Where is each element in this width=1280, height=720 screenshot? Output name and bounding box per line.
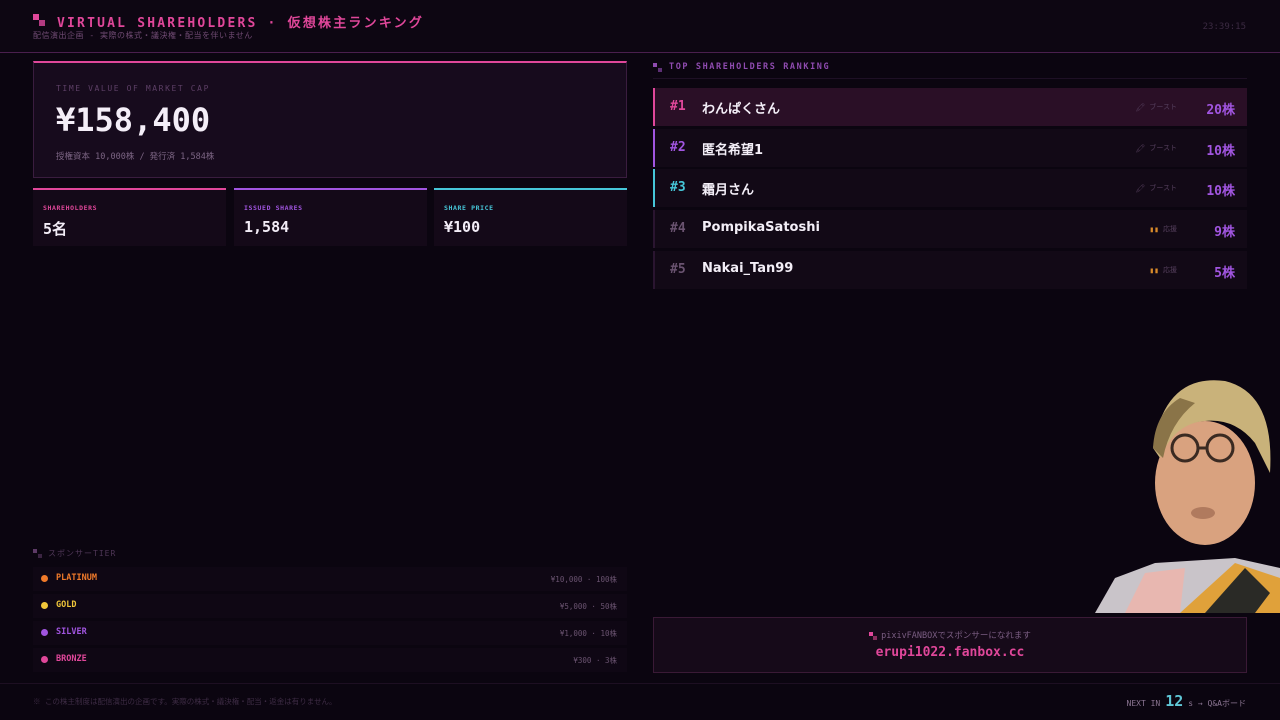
rocket-icon: 🖍 — [1135, 143, 1146, 153]
ranking-row: #3 霜月さん 🖍 ブースト 10株 — [653, 169, 1247, 207]
share-count: 20株 — [1206, 103, 1235, 118]
ranking-row: #4 PompikaSatoshi ▮▮ 応援 9株 — [653, 210, 1247, 248]
rank-position: #4 — [670, 221, 686, 236]
tier-row-bronze: BRONZE ¥300 · 3株 — [33, 648, 627, 672]
tier-price: ¥10,000 · 100株 — [550, 575, 617, 584]
stat-card-issued-shares: ISSUED SHARES 1,584 — [234, 188, 427, 246]
sponsor-cta: pixivFANBOXでスポンサーになれます — [654, 629, 1246, 641]
market-cap-panel: TIME VALUE OF MARKET CAP ¥158,400 授権資本 1… — [33, 61, 627, 178]
stat-label: ISSUED SHARES — [244, 204, 303, 212]
rocket-icon: 🖍 — [1135, 183, 1146, 193]
streamer-webcam-image — [1095, 380, 1280, 613]
grid-mark-icon — [653, 62, 662, 72]
share-count: 10株 — [1206, 144, 1235, 159]
tier-price: ¥5,000 · 50株 — [559, 602, 617, 611]
badge-label: ブースト — [1149, 144, 1177, 152]
tier-dot — [41, 656, 48, 663]
stat-value: ¥100 — [444, 218, 481, 236]
rocket-icon: 🖍 — [1135, 102, 1146, 112]
ranking-row: #1 わんぱくさん 🖍 ブースト 20株 — [653, 88, 1247, 126]
ranking-row: #2 匿名希望1 🖍 ブースト 10株 — [653, 129, 1247, 167]
rank-position: #3 — [670, 180, 686, 195]
tier-name: PLATINUM — [56, 573, 97, 583]
tier-name: SILVER — [56, 627, 87, 637]
shareholder-name: Nakai_Tan99 — [702, 261, 794, 276]
ranking-heading-label: TOP SHAREHOLDERS RANKING — [669, 62, 831, 72]
tier-dot — [41, 575, 48, 582]
sponsor-panel: pixivFANBOXでスポンサーになれます erupi1022.fanbox.… — [653, 617, 1247, 673]
stat-card-shareholders: SHAREHOLDERS 5名 — [33, 188, 226, 246]
share-count: 10株 — [1206, 184, 1235, 199]
next-prefix: NEXT IN — [1126, 699, 1161, 708]
rank-position: #1 — [670, 99, 686, 114]
badge-label: 応援 — [1163, 225, 1177, 233]
tier-heading-label: スポンサーTIER — [48, 549, 117, 558]
clock: 23:39:15 — [1202, 22, 1246, 32]
divider — [653, 78, 1247, 79]
rank-badge: 🖍 ブースト — [1135, 143, 1177, 153]
rank-badge: ▮▮ 応援 — [1149, 224, 1177, 234]
countdown-seconds: 12 — [1165, 692, 1184, 710]
rank-position: #2 — [670, 140, 686, 155]
next-countdown: NEXT IN 12 s → Q&Aボード — [1127, 692, 1247, 710]
brand-logo-icon — [33, 14, 45, 26]
pause-icon: ▮▮ — [1149, 224, 1159, 234]
stat-value: 1,584 — [244, 218, 290, 236]
tier-name: BRONZE — [56, 654, 87, 664]
stat-label: SHAREHOLDERS — [43, 204, 98, 212]
badge-label: ブースト — [1149, 103, 1177, 111]
rank-badge: ▮▮ 応援 — [1149, 265, 1177, 275]
tier-price: ¥300 · 3株 — [573, 656, 617, 665]
disclaimer-note: ※ この株主制度は配信演出の企画です。実際の株式・議決権・配当・返金は有りません… — [33, 697, 337, 706]
ranking-row: #5 Nakai_Tan99 ▮▮ 応援 5株 — [653, 251, 1247, 289]
page-subtitle: 配信演出企画 - 実際の株式・議決権・配当を伴いません — [33, 31, 253, 40]
pause-icon: ▮▮ — [1149, 265, 1159, 275]
badge-label: 応援 — [1163, 266, 1177, 274]
grid-mark-icon — [869, 631, 878, 640]
shareholder-name: 霜月さん — [702, 183, 755, 198]
market-cap-label: TIME VALUE OF MARKET CAP — [56, 84, 210, 93]
stat-label: SHARE PRICE — [444, 204, 494, 212]
ranking-heading: TOP SHAREHOLDERS RANKING — [653, 62, 830, 72]
tier-row-gold: GOLD ¥5,000 · 50株 — [33, 594, 627, 618]
stat-value: 5名 — [43, 220, 68, 238]
share-count: 9株 — [1214, 225, 1235, 240]
grid-mark-icon — [33, 549, 42, 558]
stat-card-share-price: SHARE PRICE ¥100 — [434, 188, 627, 246]
header-bar: VIRTUAL SHAREHOLDERS · 仮想株主ランキング 配信演出企画 … — [0, 0, 1280, 53]
tier-dot — [41, 602, 48, 609]
tier-heading: スポンサーTIER — [33, 548, 116, 559]
market-cap-note: 授権資本 10,000株 / 発行済 1,584株 — [56, 152, 215, 162]
tier-name: GOLD — [56, 600, 77, 610]
page-title: VIRTUAL SHAREHOLDERS · 仮想株主ランキング — [57, 16, 425, 31]
sponsor-url-link[interactable]: erupi1022.fanbox.cc — [654, 645, 1246, 660]
sponsor-cta-text: pixivFANBOXでスポンサーになれます — [881, 631, 1031, 641]
tier-price: ¥1,000 · 10株 — [559, 629, 617, 638]
webcam-overlay — [1085, 363, 1280, 613]
tier-row-platinum: PLATINUM ¥10,000 · 100株 — [33, 567, 627, 591]
divider — [0, 683, 1280, 684]
tier-row-silver: SILVER ¥1,000 · 10株 — [33, 621, 627, 645]
rank-position: #5 — [670, 262, 686, 277]
badge-label: ブースト — [1149, 184, 1177, 192]
next-suffix: s → Q&Aボード — [1188, 699, 1246, 708]
market-cap-value: ¥158,400 — [56, 101, 211, 139]
shareholder-name: PompikaSatoshi — [702, 220, 820, 235]
tier-dot — [41, 629, 48, 636]
shareholder-name: 匿名希望1 — [702, 143, 764, 158]
shareholder-name: わんぱくさん — [702, 102, 781, 117]
share-count: 5株 — [1214, 266, 1235, 281]
rank-badge: 🖍 ブースト — [1135, 102, 1177, 112]
rank-badge: 🖍 ブースト — [1135, 183, 1177, 193]
